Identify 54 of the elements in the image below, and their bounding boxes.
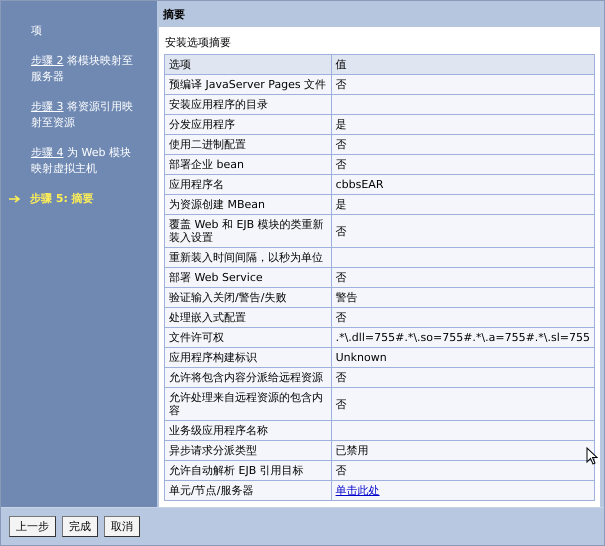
table-cell: 验证输入关闭/警告/失败 — [164, 288, 332, 308]
table-cell: 否 — [331, 368, 594, 388]
table-cell: 是 — [331, 114, 594, 134]
table-cell: 单元/节点/服务器 — [164, 480, 332, 500]
table-cell: 允许将包含内容分派给远程资源 — [164, 368, 332, 388]
table-cell: 应用程序构建标识 — [164, 348, 332, 368]
step-text: 项 — [31, 23, 43, 39]
table-cell: 覆盖 Web 和 EJB 模块的类重新装入设置 — [164, 214, 332, 248]
table-cell: 否 — [331, 308, 594, 328]
cursor-icon — [586, 447, 598, 465]
table-cell: .*\.dll=755#.*\.so=755#.*\.a=755#.*\.sl=755 — [331, 328, 594, 348]
step-link[interactable]: 步骤 3 — [31, 100, 64, 113]
table-cell: 应用程序名 — [164, 174, 332, 194]
table-cell: 警告 — [331, 288, 594, 308]
table-cell: 文件许可权 — [164, 328, 332, 348]
table-cell: 是 — [331, 194, 594, 214]
table-cell: 否 — [331, 388, 594, 420]
table-cell: 否 — [331, 214, 594, 248]
table-cell: 分发应用程序 — [164, 114, 332, 134]
wizard-button[interactable]: 上一步 — [9, 516, 56, 537]
step-link[interactable]: 步骤 4 — [31, 146, 64, 159]
step-text: 步骤 2 将模块映射至服务器 — [31, 53, 134, 85]
table-cell: 否 — [331, 268, 594, 288]
table-cell: 允许处理来自远程资源的包含内容 — [164, 388, 332, 420]
step-text: 步骤 4 为 Web 模块映射虚拟主机 — [31, 145, 132, 177]
table-cell: 业务级应用程序名称 — [164, 420, 332, 440]
table-cell: 预编译 JavaServer Pages 文件 — [164, 74, 332, 94]
table-cell: Unknown — [331, 348, 594, 368]
table-cell: 重新装入时间间隔，以秒为单位 — [164, 248, 332, 268]
table-cell: 否 — [331, 134, 594, 154]
panel-title: 摘要 — [159, 1, 600, 27]
table-cell: 安装应用程序的目录 — [164, 94, 332, 114]
arrow-icon — [9, 195, 20, 203]
table-cell: 否 — [331, 460, 594, 480]
step-link[interactable]: 步骤 2 — [31, 54, 64, 67]
table-cell: 允许自动解析 EJB 引用目标 — [164, 460, 332, 480]
table-cell: 已禁用 — [331, 440, 594, 460]
current-step: 步骤 5: 摘要 — [30, 191, 94, 207]
table-cell: 异步请求分派类型 — [164, 440, 332, 460]
table-cell: cbbsEAR — [331, 174, 594, 194]
link[interactable]: 单击此处 — [336, 484, 380, 497]
table-cell: 为资源创建 MBean — [164, 194, 332, 214]
table-cell: 使用二进制配置 — [164, 134, 332, 154]
section-title: 安装选项摘要 — [165, 35, 232, 50]
wizard-button[interactable]: 取消 — [104, 516, 140, 537]
column-header: 选项 — [164, 54, 332, 74]
wizard-button[interactable]: 完成 — [62, 516, 98, 537]
column-header: 值 — [331, 54, 594, 74]
table-cell: 否 — [331, 154, 594, 174]
table-cell: 否 — [331, 74, 594, 94]
table-cell: 部署 Web Service — [164, 268, 332, 288]
step-text: 步骤 3 将资源引用映射至资源 — [31, 99, 134, 131]
table-cell: 处理嵌入式配置 — [164, 308, 332, 328]
table-cell: 部署企业 bean — [164, 154, 332, 174]
